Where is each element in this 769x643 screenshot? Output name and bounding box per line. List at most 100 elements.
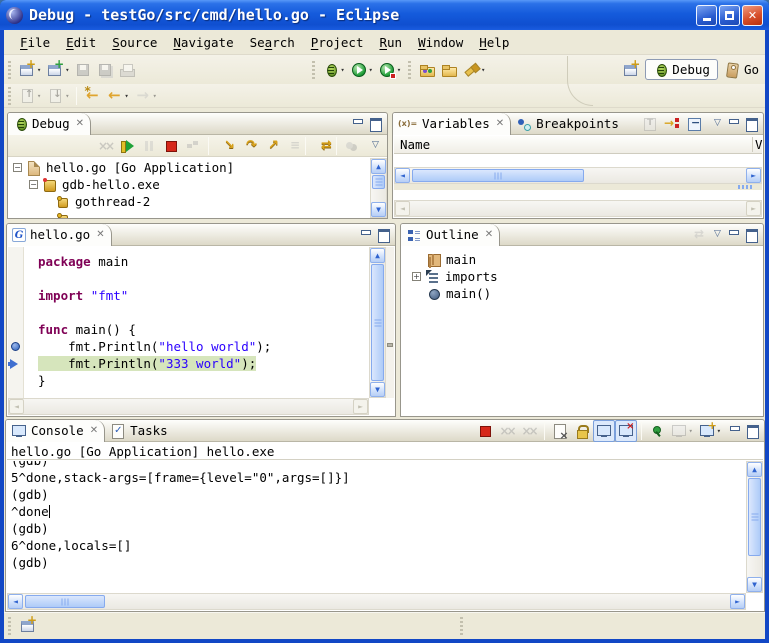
maximize-view-button[interactable] [744, 228, 759, 241]
close-button[interactable]: ✕ [742, 5, 763, 26]
fast-view-icon[interactable] [20, 618, 36, 634]
step-return-button[interactable] [257, 135, 279, 157]
statusbar-grip[interactable] [460, 617, 463, 635]
editor-vscrollbar[interactable]: ▲ ▼ [369, 247, 386, 398]
show-type-names-button[interactable] [639, 113, 661, 135]
forward-button[interactable]: ▾ [132, 85, 160, 107]
scroll-down-arrow[interactable]: ▼ [371, 202, 386, 217]
debug-tree-vscrollbar[interactable]: ▲ ▼ [370, 158, 387, 218]
terminate-button[interactable] [160, 135, 182, 157]
disconnect-button[interactable] [182, 135, 204, 157]
dropdown-arrow-icon[interactable]: ▾ [397, 66, 401, 74]
dropdown-arrow-icon[interactable]: ▾ [124, 92, 128, 100]
tab-variables[interactable]: Variables ✕ [393, 113, 511, 135]
open-type-button[interactable] [416, 59, 438, 81]
outline-item-imports[interactable]: + imports [412, 268, 762, 285]
maximize-view-button[interactable] [368, 117, 383, 130]
minimize-view-button[interactable] [727, 424, 742, 437]
minimize-view-button[interactable] [726, 228, 741, 241]
perspective-debug-button[interactable]: Debug [645, 59, 718, 80]
new-project-button[interactable]: ▾ [44, 59, 72, 81]
resume-button[interactable] [116, 135, 138, 157]
maximize-view-button[interactable] [376, 228, 391, 241]
scroll-thumb[interactable] [372, 175, 385, 189]
open-console-button[interactable]: +▾ [696, 420, 724, 442]
outline-item-main-func[interactable]: main() [412, 285, 762, 302]
scroll-thumb[interactable] [371, 264, 384, 381]
minimize-view-button[interactable] [726, 117, 741, 130]
debug-button[interactable]: ▾ [320, 59, 347, 80]
scroll-right-arrow[interactable]: ► [353, 399, 368, 414]
step-into-button[interactable] [213, 135, 235, 157]
scroll-right-arrow[interactable]: ► [746, 168, 761, 183]
code-area[interactable]: package mainimport "fmt"func main() { fm… [24, 247, 369, 398]
menu-item-run[interactable]: Run [371, 33, 410, 52]
scroll-lock-button[interactable] [571, 420, 593, 442]
run-button[interactable]: ▾ [348, 59, 376, 81]
minimize-view-button[interactable] [350, 117, 365, 130]
scroll-left-arrow[interactable]: ◄ [395, 201, 410, 216]
editor-marker-gutter[interactable] [8, 247, 24, 398]
show-stderr-button[interactable]: × [615, 420, 637, 442]
menu-item-help[interactable]: Help [471, 33, 517, 52]
variables-detail-hscrollbar[interactable]: ◄ ► [394, 200, 762, 217]
debug-tree-row[interactable]: − hello.go [Go Application] [13, 159, 369, 176]
open-perspective-icon[interactable] [623, 62, 639, 78]
menu-item-navigate[interactable]: Navigate [165, 33, 241, 52]
show-logical-structure-button[interactable] [661, 113, 683, 135]
scroll-left-arrow[interactable]: ◄ [395, 168, 410, 183]
next-annotation-button[interactable]: ▾ [44, 85, 72, 107]
print-button[interactable] [116, 59, 138, 81]
link-with-editor-button[interactable] [683, 224, 705, 246]
dropdown-arrow-icon[interactable]: ▾ [717, 427, 721, 435]
scroll-right-arrow[interactable]: ► [730, 594, 745, 609]
maximize-view-button[interactable] [744, 117, 759, 130]
close-tab-icon[interactable]: ✕ [90, 425, 98, 436]
close-tab-icon[interactable]: ✕ [76, 118, 84, 129]
scroll-up-arrow[interactable]: ▲ [370, 248, 385, 263]
tab-breakpoints[interactable]: Breakpoints [511, 113, 625, 135]
menu-item-project[interactable]: Project [303, 33, 372, 52]
dropdown-arrow-icon[interactable]: ▾ [481, 66, 485, 74]
menu-item-file[interactable]: File [12, 33, 58, 52]
suspend-button[interactable] [138, 135, 160, 157]
scroll-down-arrow[interactable]: ▼ [747, 577, 762, 592]
variables-hscrollbar[interactable]: ◄ ► [394, 167, 762, 184]
menu-item-source[interactable]: Source [104, 33, 165, 52]
new-wizard-button[interactable]: ▾ [16, 59, 44, 81]
scroll-left-arrow[interactable]: ◄ [8, 594, 23, 609]
open-resource-button[interactable] [438, 59, 460, 81]
minimize-view-button[interactable] [358, 228, 373, 241]
console-vscrollbar[interactable]: ▲ ▼ [746, 461, 763, 593]
dropdown-arrow-icon[interactable]: ▾ [65, 92, 69, 100]
debug-tree-row[interactable]: gothread-2 [13, 193, 369, 210]
console-hscrollbar[interactable]: ◄ ► [7, 593, 746, 610]
close-tab-icon[interactable]: ✕ [96, 229, 104, 240]
statusbar-grip[interactable] [8, 617, 11, 635]
console-output[interactable]: (gdb)5^done,stack-args=[frame={level="0"… [7, 461, 746, 593]
view-menu-button[interactable] [705, 113, 723, 135]
search-button[interactable]: ▾ [460, 59, 488, 81]
sash-grip[interactable] [738, 185, 754, 189]
minimize-button[interactable] [696, 5, 717, 26]
debug-tree-row-partial[interactable] [13, 210, 369, 218]
prev-annotation-button[interactable]: ▾ [16, 85, 44, 107]
editor-overview-ruler[interactable] [386, 247, 394, 398]
debug-tree-row[interactable]: − gdb-hello.exe [13, 176, 369, 193]
view-menu-button[interactable] [363, 135, 381, 157]
breakpoint-icon[interactable] [11, 342, 20, 351]
scroll-up-arrow[interactable]: ▲ [371, 159, 386, 174]
maximize-button[interactable] [719, 5, 740, 26]
collapse-expander[interactable]: − [13, 163, 22, 172]
column-header-value[interactable]: V [752, 137, 762, 152]
pin-console-button[interactable] [646, 420, 668, 442]
titlebar[interactable]: Debug - testGo/src/cmd/hello.go - Eclips… [0, 0, 769, 30]
terminate-button[interactable] [474, 420, 496, 442]
remove-terminated-button[interactable] [94, 135, 116, 157]
step-filters-button[interactable] [310, 135, 332, 157]
scroll-thumb[interactable] [25, 595, 105, 608]
collapse-all-button[interactable] [683, 113, 705, 135]
tab-debug[interactable]: Debug ✕ [8, 113, 91, 135]
clear-console-button[interactable] [549, 420, 571, 442]
tab-tasks[interactable]: Tasks [105, 420, 174, 442]
